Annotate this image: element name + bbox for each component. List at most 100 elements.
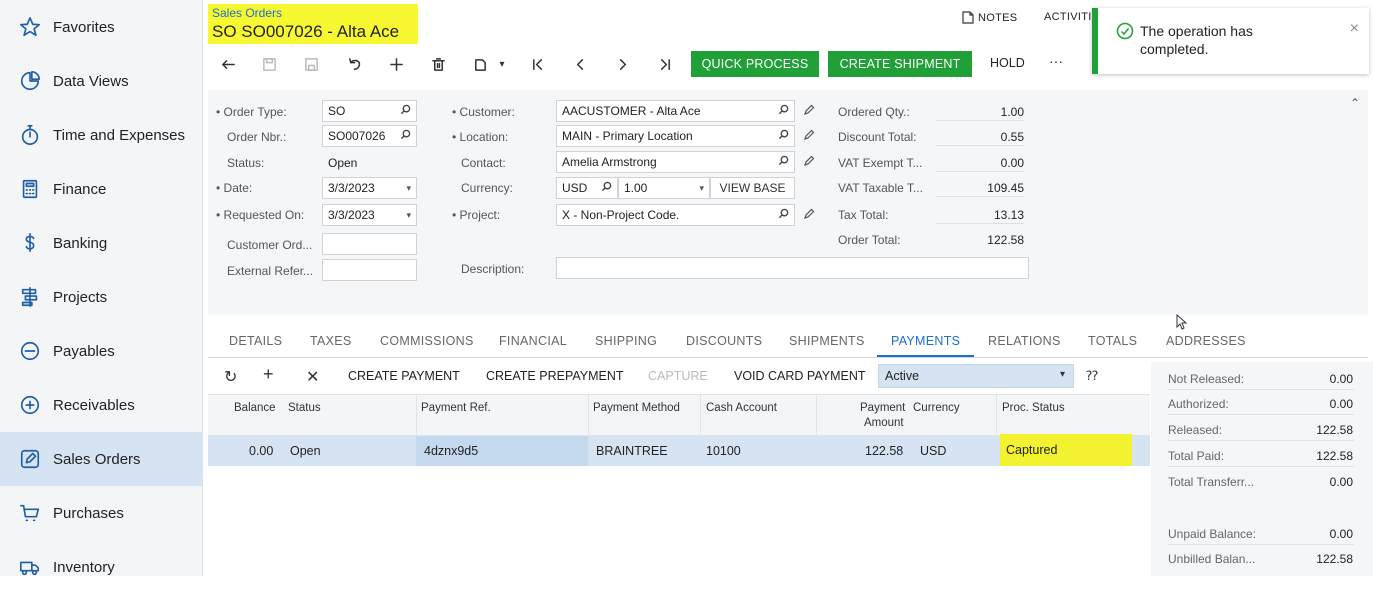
sidebar-item-purchases[interactable]: Purchases	[0, 486, 203, 540]
tab-payments[interactable]: PAYMENTS	[891, 334, 960, 348]
capture-button[interactable]: CAPTURE	[648, 369, 708, 383]
column-header-currency[interactable]: Currency	[913, 402, 960, 414]
date-field[interactable]: 3/3/2023 ▾	[322, 177, 417, 199]
location-field[interactable]: MAIN - Primary Location	[556, 125, 795, 147]
tab-totals[interactable]: TOTALS	[1088, 334, 1137, 348]
order-type-value: SO	[328, 104, 346, 118]
project-field[interactable]: X - Non-Project Code.	[556, 204, 795, 226]
search-icon[interactable]	[601, 181, 612, 195]
customer-label: • Customer:	[452, 105, 515, 119]
activities-link[interactable]: ACTIVITI	[1044, 11, 1092, 23]
pencil-icon[interactable]	[803, 129, 815, 141]
sidebar-item-receivables[interactable]: Receivables	[0, 378, 203, 432]
more-button[interactable]: ···	[1049, 53, 1063, 69]
sidebar-item-projects[interactable]: Projects	[0, 270, 203, 324]
delete-row-icon[interactable]: ✕	[306, 367, 319, 387]
column-header-balance[interactable]: Balance	[234, 402, 276, 414]
chevron-down-icon[interactable]: ▾	[406, 183, 411, 194]
search-icon[interactable]	[778, 129, 789, 143]
previous-record-icon[interactable]	[570, 54, 590, 74]
search-icon[interactable]	[400, 104, 411, 118]
sidebar-item-data-views[interactable]: Data Views	[0, 54, 203, 108]
requested-on-field[interactable]: 3/3/2023 ▾	[322, 204, 417, 226]
delete-icon[interactable]	[428, 54, 448, 74]
search-icon[interactable]	[778, 208, 789, 222]
tab-shipping[interactable]: SHIPPING	[595, 334, 657, 348]
tab-addresses[interactable]: ADDRESSES	[1166, 334, 1246, 348]
clear-filter-icon[interactable]: ⁇	[1086, 368, 1098, 384]
sidebar-item-time-and-expenses[interactable]: Time and Expenses	[0, 108, 203, 162]
save-icon[interactable]	[301, 54, 321, 74]
order-total-label: Order Total:	[838, 233, 901, 247]
sidebar-item-banking[interactable]: Banking	[0, 216, 203, 270]
cell-payment-ref[interactable]: 4dznx9d5	[424, 444, 478, 458]
save-close-icon[interactable]	[259, 54, 279, 74]
discount-total-value: 0.55	[936, 126, 1024, 146]
requested-on-value: 3/3/2023	[328, 208, 375, 222]
column-header-status[interactable]: Status	[288, 402, 321, 414]
currency-field[interactable]: USD	[556, 177, 618, 199]
search-icon[interactable]	[400, 129, 411, 143]
hold-button[interactable]: HOLD	[990, 56, 1025, 70]
chevron-down-icon[interactable]: ▾	[406, 210, 411, 221]
tab-details[interactable]: DETAILS	[229, 334, 282, 348]
create-payment-button[interactable]: CREATE PAYMENT	[348, 369, 460, 383]
customer-order-field[interactable]	[322, 233, 417, 255]
pencil-icon[interactable]	[803, 155, 815, 167]
chevron-down-icon[interactable]: ▾	[699, 183, 704, 194]
close-icon[interactable]: ×	[1350, 20, 1359, 38]
chevron-down-icon[interactable]: ▾	[492, 54, 512, 74]
sidebar-item-sales-orders[interactable]: Sales Orders	[0, 432, 203, 486]
create-shipment-button[interactable]: CREATE SHIPMENT	[828, 51, 972, 77]
add-row-icon[interactable]: +	[263, 364, 274, 385]
sidebar-item-finance[interactable]: Finance	[0, 162, 203, 216]
contact-field[interactable]: Amelia Armstrong	[556, 151, 795, 173]
pencil-icon[interactable]	[803, 208, 815, 220]
tab-shipments[interactable]: SHIPMENTS	[789, 334, 865, 348]
search-icon[interactable]	[778, 104, 789, 118]
tab-discounts[interactable]: DISCOUNTS	[686, 334, 762, 348]
column-header-payment-amount-line1[interactable]: Payment	[860, 402, 905, 414]
first-record-icon[interactable]	[528, 54, 548, 74]
back-icon[interactable]	[218, 54, 238, 74]
notes-link[interactable]: NOTES	[962, 11, 1017, 24]
search-icon[interactable]	[778, 155, 789, 169]
order-nbr-field[interactable]: SO007026	[322, 125, 417, 147]
customer-field[interactable]: AACUSTOMER - Alta Ace	[556, 100, 795, 122]
column-header-payment-amount-line2[interactable]: Amount	[864, 417, 904, 429]
copy-paste-icon[interactable]	[470, 54, 490, 74]
tab-commissions[interactable]: COMMISSIONS	[380, 334, 474, 348]
description-field[interactable]	[556, 257, 1029, 279]
quick-process-button[interactable]: QUICK PROCESS	[691, 51, 819, 77]
refresh-icon[interactable]: ↻	[224, 367, 237, 387]
view-base-button[interactable]: VIEW BASE	[710, 177, 795, 199]
void-card-payment-button[interactable]: VOID CARD PAYMENT	[734, 369, 866, 383]
column-header-proc-status[interactable]: Proc. Status	[1002, 402, 1065, 414]
tab-financial[interactable]: FINANCIAL	[499, 334, 567, 348]
next-record-icon[interactable]	[612, 54, 632, 74]
external-ref-field[interactable]	[322, 259, 417, 281]
sidebar-item-label: Receivables	[53, 396, 135, 414]
table-row[interactable]: 0.00 Open 4dznx9d5 BRAINTREE 10100 122.5…	[208, 434, 1150, 466]
status-filter-select[interactable]: Active ▾	[878, 364, 1074, 388]
undo-icon[interactable]	[344, 54, 364, 74]
sidebar-item-payables[interactable]: Payables	[0, 324, 203, 378]
tab-taxes[interactable]: TAXES	[310, 334, 352, 348]
order-type-label: • Order Type:	[216, 105, 287, 119]
collapse-icon[interactable]: ⌃	[1350, 96, 1360, 110]
sidebar-item-inventory[interactable]: Inventory	[0, 540, 203, 594]
pencil-icon[interactable]	[803, 104, 815, 116]
tab-relations[interactable]: RELATIONS	[988, 334, 1061, 348]
last-record-icon[interactable]	[654, 54, 674, 74]
add-icon[interactable]	[386, 54, 406, 74]
mouse-cursor-icon	[1176, 313, 1188, 330]
currency-rate-field[interactable]: 1.00 ▾	[618, 177, 710, 199]
column-header-payment-method[interactable]: Payment Method	[593, 402, 680, 414]
create-prepayment-button[interactable]: CREATE PREPAYMENT	[486, 369, 624, 383]
column-header-payment-ref[interactable]: Payment Ref.	[421, 402, 491, 414]
column-separator	[816, 395, 817, 435]
order-type-field[interactable]: SO	[322, 100, 417, 122]
breadcrumb[interactable]: Sales Orders	[212, 6, 282, 20]
column-header-cash-account[interactable]: Cash Account	[706, 402, 777, 414]
sidebar-item-favorites[interactable]: Favorites	[0, 0, 203, 54]
